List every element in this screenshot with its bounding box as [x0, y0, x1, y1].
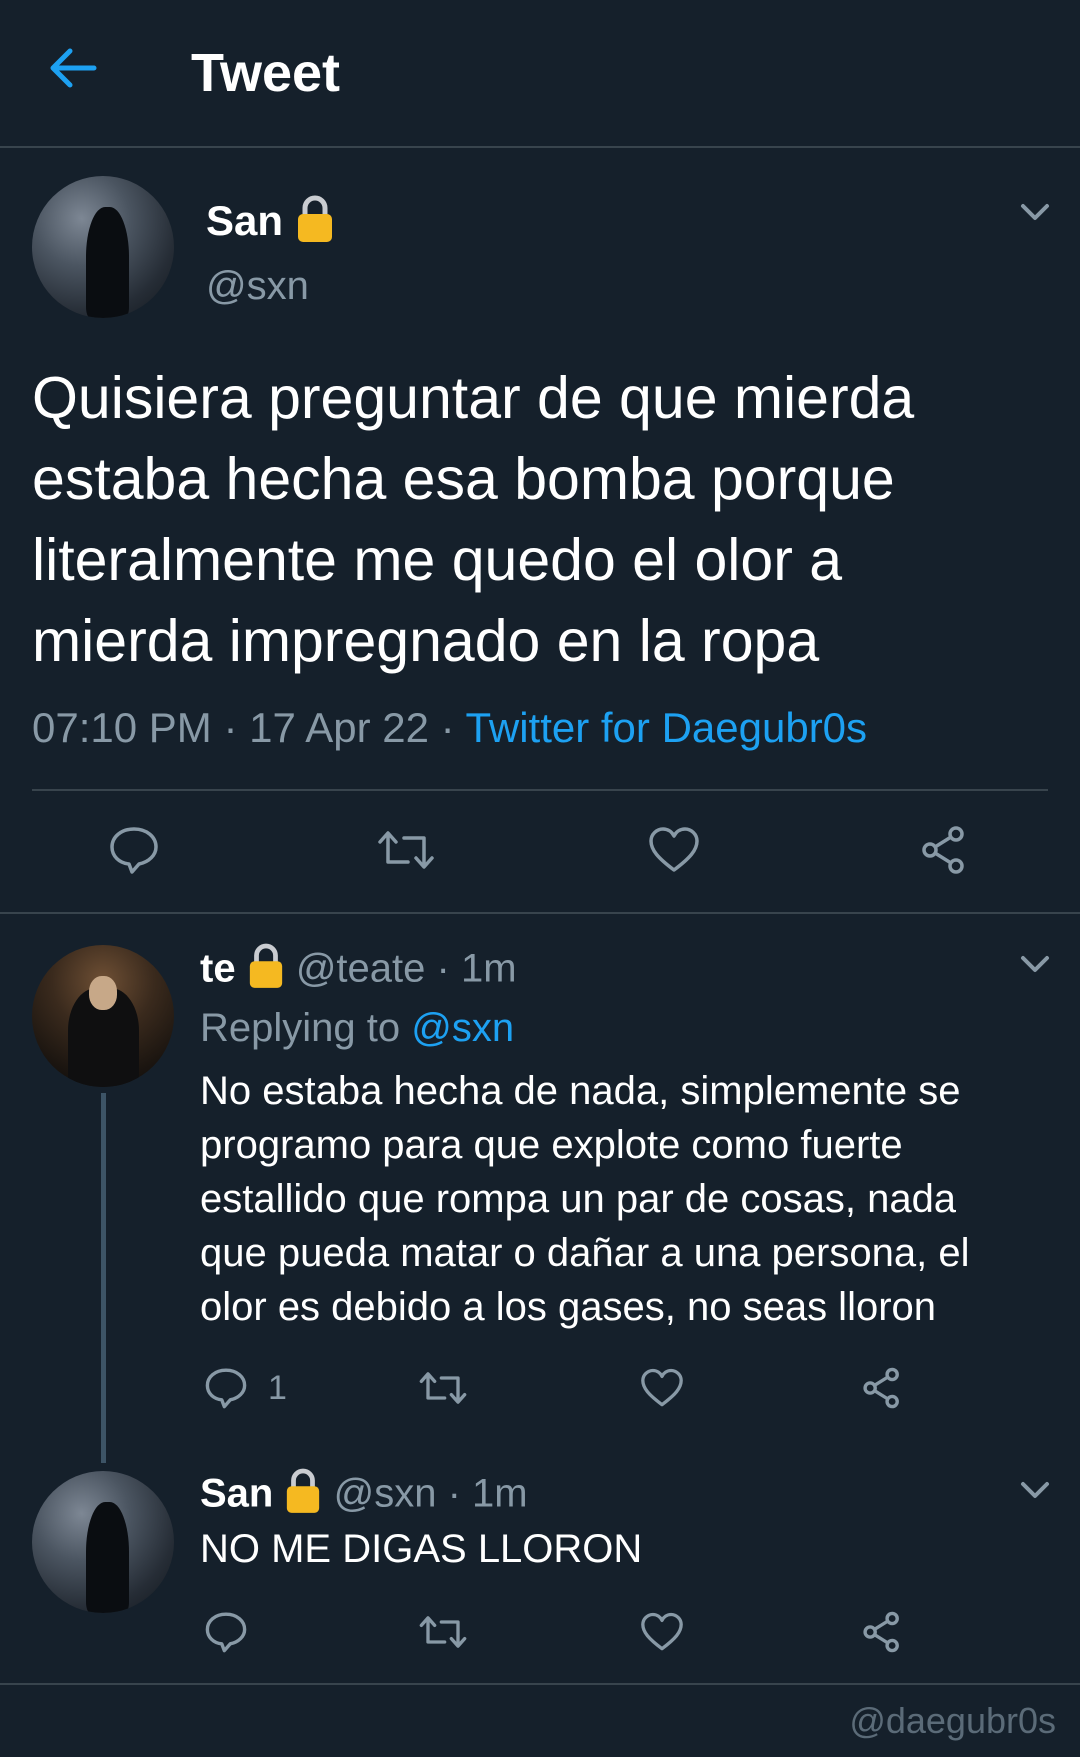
chevron-down-icon[interactable]: [1020, 1480, 1050, 1505]
reply-text-line: estallido que rompa un par de cosas, nad…: [200, 1177, 957, 1221]
timestamp: 1m: [460, 946, 517, 991]
tweet-text-line: estaba hecha esa bomba porque: [32, 446, 895, 512]
reply-text: No estaba hecha de nada, simplemente se …: [200, 1064, 1060, 1334]
reply-header[interactable]: San @sxn · 1m: [200, 1467, 528, 1525]
chevron-down-icon[interactable]: [1020, 202, 1050, 227]
share-icon[interactable]: [860, 1610, 904, 1659]
header-divider: [0, 146, 1080, 148]
retweet-icon[interactable]: [376, 826, 436, 879]
lock-icon: [295, 194, 335, 254]
avatar[interactable]: [32, 945, 174, 1087]
tweet-text-line: literalmente me quedo el olor a: [32, 527, 843, 593]
replying-handle-link[interactable]: @sxn: [411, 1006, 514, 1050]
share-icon[interactable]: [860, 1366, 904, 1415]
avatar[interactable]: [32, 176, 174, 318]
reply-count: 1: [268, 1369, 287, 1407]
reply-icon[interactable]: [204, 1366, 248, 1415]
page-title: Tweet: [191, 43, 341, 103]
meta-separator: ·: [436, 946, 450, 991]
reply-text-line: programo para que explote como fuerte: [200, 1123, 903, 1167]
meta-divider: [32, 789, 1048, 791]
share-icon[interactable]: [918, 824, 970, 881]
display-name: San: [206, 197, 284, 245]
handle: @sxn: [333, 1471, 437, 1516]
reply-icon[interactable]: [204, 1610, 248, 1659]
watermark: @daegubr0s: [849, 1700, 1056, 1741]
thread-line: [101, 1093, 106, 1463]
like-icon[interactable]: [648, 826, 700, 879]
retweet-icon[interactable]: [418, 1612, 468, 1657]
tweet-date: 17 Apr 22: [249, 704, 429, 751]
reply-text-line: olor es debido a los gases, no seas llor…: [200, 1285, 937, 1329]
bottom-divider: [0, 1683, 1080, 1685]
like-icon[interactable]: [640, 1612, 684, 1657]
lock-icon: [247, 942, 285, 1000]
meta-separator: ·: [223, 704, 238, 751]
replying-label: Replying to: [200, 1006, 401, 1050]
reply-header[interactable]: te @teate · 1m: [200, 942, 517, 1000]
chevron-down-icon[interactable]: [1020, 954, 1050, 979]
handle[interactable]: @sxn: [206, 264, 309, 309]
reply-text-line: que pueda matar o dañar a una persona, e…: [200, 1231, 970, 1275]
reply-text-line: No estaba hecha de nada, simplemente se: [200, 1069, 961, 1113]
reply-text: NO ME DIGAS LLORON: [200, 1527, 643, 1571]
author-name-row[interactable]: San: [206, 194, 335, 254]
display-name: San: [200, 1471, 274, 1516]
retweet-icon[interactable]: [418, 1368, 468, 1413]
like-icon[interactable]: [640, 1368, 684, 1413]
tweet-time: 07:10 PM: [32, 704, 212, 751]
avatar[interactable]: [32, 1471, 174, 1613]
lock-icon: [284, 1467, 322, 1525]
tweet-text: Quisiera preguntar de que mierda estaba …: [32, 358, 1062, 682]
replying-to: Replying to @sxn: [200, 1006, 514, 1051]
tweet-meta: 07:10 PM · 17 Apr 22 · Twitter for Daegu…: [32, 704, 867, 752]
back-arrow-icon[interactable]: [48, 46, 98, 90]
tweet-text-line: Quisiera preguntar de que mierda: [32, 365, 915, 431]
tweet-source-link[interactable]: Twitter for Daegubr0s: [466, 704, 868, 751]
display-name: te: [200, 946, 236, 991]
meta-separator: ·: [447, 1471, 461, 1516]
timestamp: 1m: [472, 1471, 528, 1516]
handle: @teate: [295, 946, 426, 991]
reply-icon[interactable]: [108, 824, 160, 881]
tweet-text-line: mierda impregnado en la ropa: [32, 608, 820, 674]
tweet-divider: [0, 912, 1080, 914]
meta-separator: ·: [440, 704, 455, 751]
